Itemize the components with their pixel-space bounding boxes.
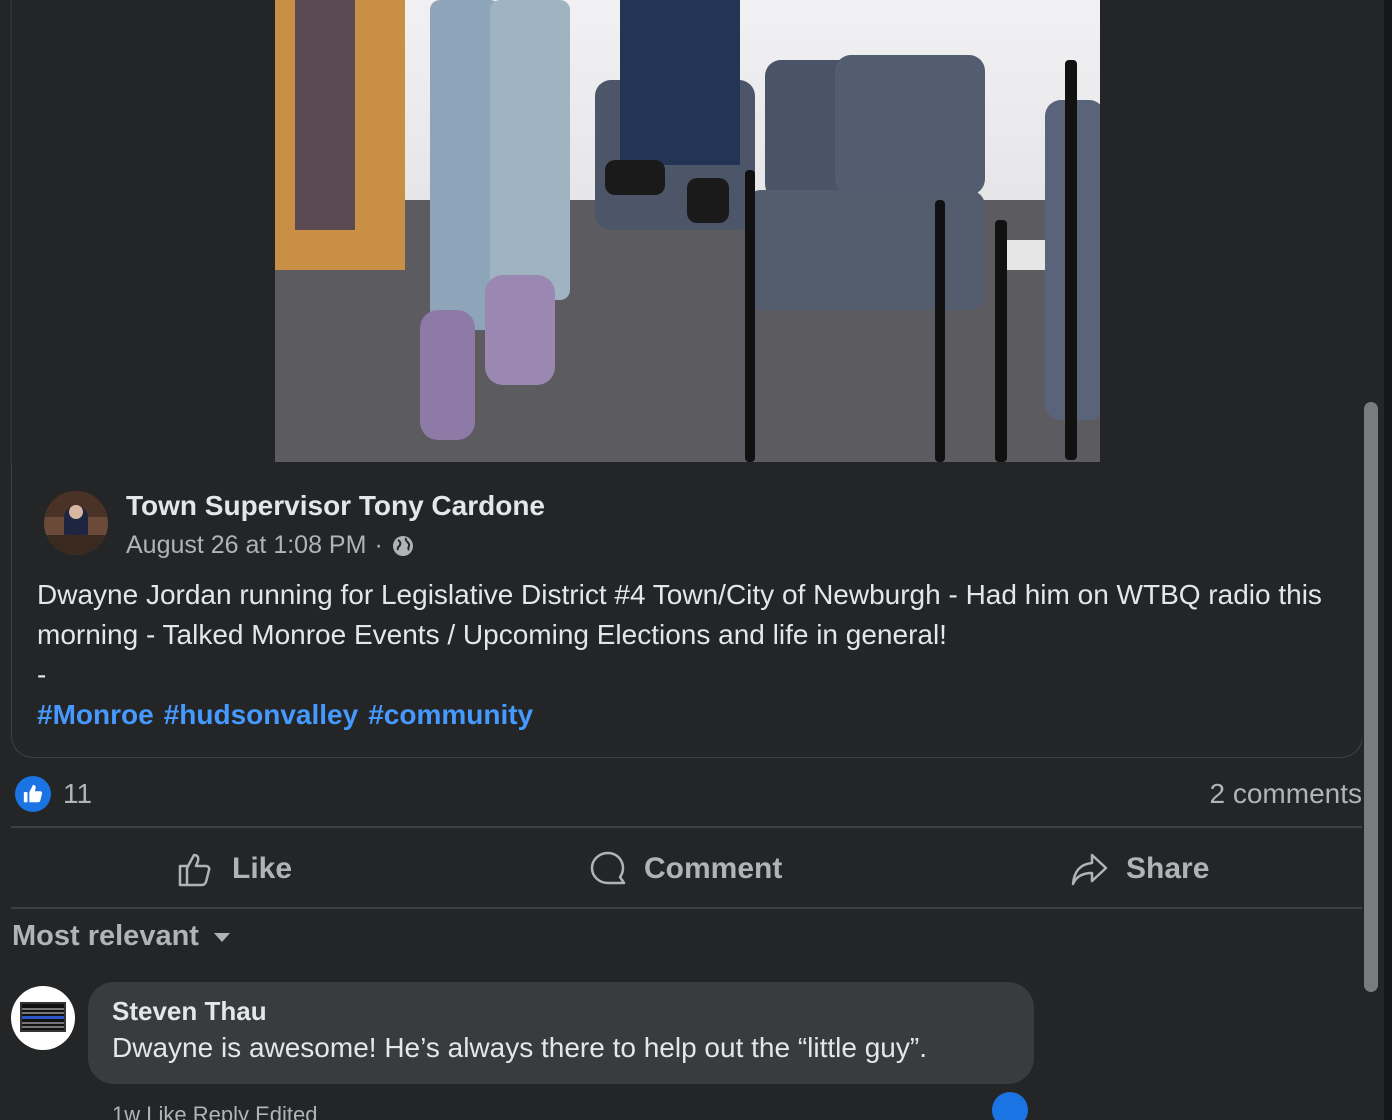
commenter-avatar[interactable] xyxy=(11,986,75,1050)
hashtag-list: #Monroe #hudsonvalley #community xyxy=(37,695,533,735)
comment-button[interactable]: Comment xyxy=(588,842,782,896)
like-icon[interactable] xyxy=(15,776,51,812)
post-photo[interactable] xyxy=(275,0,1100,462)
share-arrow-icon xyxy=(1071,853,1108,886)
flag-blue-line xyxy=(22,1016,64,1019)
photo-chair-leg xyxy=(995,220,1007,462)
photo-chair-leg xyxy=(1065,60,1077,460)
scrollbar-thumb[interactable] xyxy=(1364,402,1378,992)
thumbs-up-icon xyxy=(178,853,211,887)
author-avatar[interactable] xyxy=(44,491,108,555)
photo-jeans xyxy=(490,0,570,300)
avatar-desk xyxy=(44,535,108,555)
hashtag-link[interactable]: #community xyxy=(368,695,533,735)
share-button[interactable]: Share xyxy=(1070,842,1209,896)
photo-chair xyxy=(745,190,985,310)
post-date[interactable]: August 26 at 1:08 PM xyxy=(126,531,366,560)
comment-count[interactable]: 2 comments xyxy=(1210,776,1363,812)
comment-bubble-icon xyxy=(590,851,626,885)
comment-sort-dropdown[interactable]: Most relevant xyxy=(12,920,231,953)
flag-stripe xyxy=(22,1022,64,1024)
left-gutter xyxy=(0,0,275,462)
photo-chair xyxy=(835,55,985,195)
flag-stripe xyxy=(22,1012,64,1014)
divider xyxy=(11,826,1363,828)
globe-icon[interactable] xyxy=(391,534,415,558)
comment-label: Comment xyxy=(644,852,783,885)
post-meta: August 26 at 1:08 PM · xyxy=(126,531,415,560)
comment-text: Dwayne is awesome! He’s always there to … xyxy=(112,1032,927,1063)
photo-door-glass xyxy=(295,0,355,230)
post-author-name[interactable]: Town Supervisor Tony Cardone xyxy=(126,490,545,522)
right-gutter xyxy=(1100,0,1362,462)
thumbs-up-icon xyxy=(23,784,43,803)
photo-chair-leg xyxy=(935,200,945,462)
meta-separator: · xyxy=(374,531,383,559)
post-body-text: Dwayne Jordan running for Legislative Di… xyxy=(37,579,1322,650)
flag-stripe xyxy=(22,1008,64,1010)
share-label: Share xyxy=(1126,852,1210,885)
photo-sneaker xyxy=(485,275,555,385)
reaction-count[interactable]: 11 xyxy=(63,776,92,812)
flag-image xyxy=(20,1002,66,1032)
like-button[interactable]: Like xyxy=(176,842,292,896)
photo-sneaker xyxy=(420,310,475,440)
divider xyxy=(11,907,1363,909)
photo-pants xyxy=(620,0,740,165)
sort-label: Most relevant xyxy=(12,920,199,952)
flag-stripe xyxy=(22,1026,64,1028)
facebook-post-page: Town Supervisor Tony Cardone August 26 a… xyxy=(0,0,1392,1120)
comment-like-icon xyxy=(992,1092,1028,1120)
comment-meta-actions[interactable]: 1w Like Reply Edited xyxy=(112,1102,317,1120)
comment-author[interactable]: Steven Thau xyxy=(112,996,267,1027)
like-label: Like xyxy=(232,852,293,885)
left-border xyxy=(10,0,12,462)
caret-down-icon xyxy=(213,932,230,942)
hashtag-link[interactable]: #hudsonvalley xyxy=(164,695,359,735)
avatar-face xyxy=(69,505,83,519)
photo-chair-leg xyxy=(745,170,755,462)
post-body-dash: - xyxy=(37,659,47,690)
photo-shoe xyxy=(687,178,729,223)
window-edge xyxy=(1384,0,1392,1120)
photo-shoe xyxy=(605,160,665,195)
hashtag-link[interactable]: #Monroe xyxy=(37,695,154,735)
